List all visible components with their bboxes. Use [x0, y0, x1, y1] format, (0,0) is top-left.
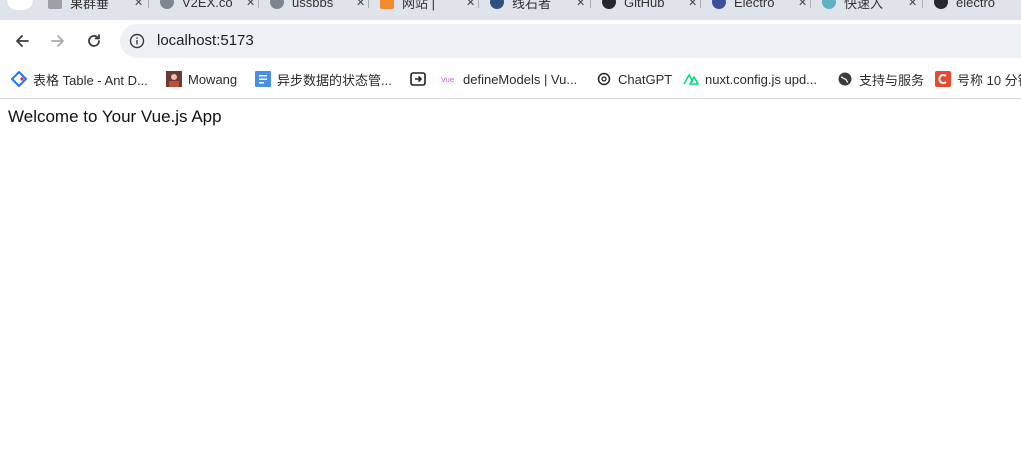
orange-icon — [380, 0, 394, 9]
close-icon[interactable]: ✕ — [908, 0, 917, 9]
bookmark-label: defineModels | Vu... — [463, 71, 578, 87]
bookmark-label: 异步数据的状态管... — [277, 72, 392, 88]
tab-separator — [590, 0, 591, 8]
close-icon[interactable]: ✕ — [466, 0, 475, 9]
tab-separator — [810, 0, 811, 8]
globe-icon — [837, 71, 853, 87]
tab-8[interactable]: 快速入 ✕ — [822, 0, 917, 12]
tab-4[interactable]: 网站 | ✕ — [380, 0, 475, 12]
vue-macros-icon: Vue — [441, 71, 457, 87]
close-icon[interactable]: ✕ — [356, 0, 365, 9]
welcome-heading: Welcome to Your Vue.js App — [8, 107, 222, 126]
reload-button[interactable] — [80, 27, 108, 55]
close-icon[interactable]: ✕ — [576, 0, 585, 9]
bookmark-label: 表格 Table - Ant D... — [33, 72, 148, 88]
bookmark-label: ChatGPT — [618, 71, 673, 87]
tab-5[interactable]: 线石者 ✕ — [490, 0, 585, 12]
tab-title: 线石者 — [512, 0, 552, 11]
forward-arrow-icon — [51, 35, 64, 47]
bookmarks-bar: 表格 Table - Ant D... Mowang 异步数据的状态管... V… — [0, 61, 1021, 99]
blue-circle-icon — [490, 0, 504, 9]
tab-separator — [258, 0, 259, 8]
tab-title: 快速入 — [844, 0, 884, 11]
tab-3[interactable]: ussbbs ✕ — [270, 0, 365, 12]
bookmark-10-minutes[interactable]: 号称 10 分钟 — [935, 70, 1021, 88]
bookmark-label: 支持与服务 — [859, 72, 925, 88]
back-button[interactable] — [8, 27, 36, 55]
tab-title: 果群垂 — [70, 0, 110, 11]
bookmark-ant-design-table[interactable]: 表格 Table - Ant D... — [11, 70, 148, 88]
svg-text:Vue: Vue — [441, 76, 454, 84]
reload-icon — [88, 34, 100, 47]
tab-separator — [700, 0, 701, 8]
back-arrow-icon — [16, 35, 29, 47]
avatar-icon — [166, 71, 182, 87]
tab-title: electro — [956, 0, 996, 10]
forward-button[interactable] — [44, 27, 72, 55]
github-icon — [602, 0, 616, 9]
active-tab-corner[interactable] — [7, 0, 33, 10]
tab-title: ussbbs — [292, 0, 334, 10]
tab-separator — [478, 0, 479, 8]
arrow-box-icon — [410, 71, 426, 87]
page-icon — [48, 0, 62, 9]
close-icon[interactable]: ✕ — [134, 0, 143, 9]
electron-icon — [712, 0, 726, 9]
bookmark-support[interactable]: 支持与服务 — [837, 70, 924, 88]
close-icon[interactable]: ✕ — [798, 0, 807, 9]
ant-design-icon — [11, 71, 27, 87]
tab-title: Electro — [734, 0, 775, 10]
tab-title: GitHub — [624, 0, 665, 10]
tab-6[interactable]: GitHub ✕ — [602, 0, 697, 12]
browser-toolbar: localhost:5173 — [0, 20, 1021, 61]
bookmark-label: nuxt.config.js upd... — [705, 71, 818, 87]
tab-separator — [368, 0, 369, 8]
close-icon[interactable]: ✕ — [246, 0, 255, 9]
bookmark-mowang[interactable]: Mowang — [166, 70, 237, 88]
tab-7[interactable]: Electro ✕ — [712, 0, 807, 12]
github-icon — [934, 0, 948, 9]
tab-title: V2EX.co — [182, 0, 232, 10]
electron-icon — [822, 0, 836, 9]
tab-separator — [148, 0, 149, 8]
tab-title: 网站 | — [402, 0, 435, 11]
site-info-icon[interactable] — [129, 33, 145, 49]
bookmark-arrow[interactable] — [410, 70, 432, 88]
tab-9[interactable]: electro — [934, 0, 1006, 12]
bookmark-nuxt-config[interactable]: nuxt.config.js upd... — [683, 70, 817, 88]
bookmark-label: 号称 10 分钟 — [957, 72, 1021, 88]
close-icon[interactable]: ✕ — [688, 0, 697, 9]
bookmark-define-models[interactable]: Vue defineModels | Vu... — [441, 70, 577, 88]
url-text[interactable]: localhost:5173 — [157, 32, 254, 49]
address-bar[interactable]: localhost:5173 — [120, 24, 1021, 58]
tab-separator — [922, 0, 923, 8]
bookmark-label: Mowang — [188, 71, 238, 87]
page-content: Welcome to Your Vue.js App — [0, 99, 1021, 466]
blue-square-icon — [255, 71, 271, 87]
tab-strip: 果群垂 ✕ V2EX.co ✕ ussbbs ✕ 网站 | ✕ 线石者 ✕ Gi… — [0, 0, 1021, 20]
chatgpt-icon — [596, 71, 612, 87]
tab-2[interactable]: V2EX.co ✕ — [160, 0, 255, 12]
bookmark-async-state[interactable]: 异步数据的状态管... — [255, 70, 392, 88]
red-c-icon — [935, 71, 951, 87]
globe-icon — [270, 0, 284, 9]
nuxt-icon — [683, 71, 699, 87]
tab-1[interactable]: 果群垂 ✕ — [48, 0, 143, 12]
bookmark-chatgpt[interactable]: ChatGPT — [596, 70, 672, 88]
globe-icon — [160, 0, 174, 9]
